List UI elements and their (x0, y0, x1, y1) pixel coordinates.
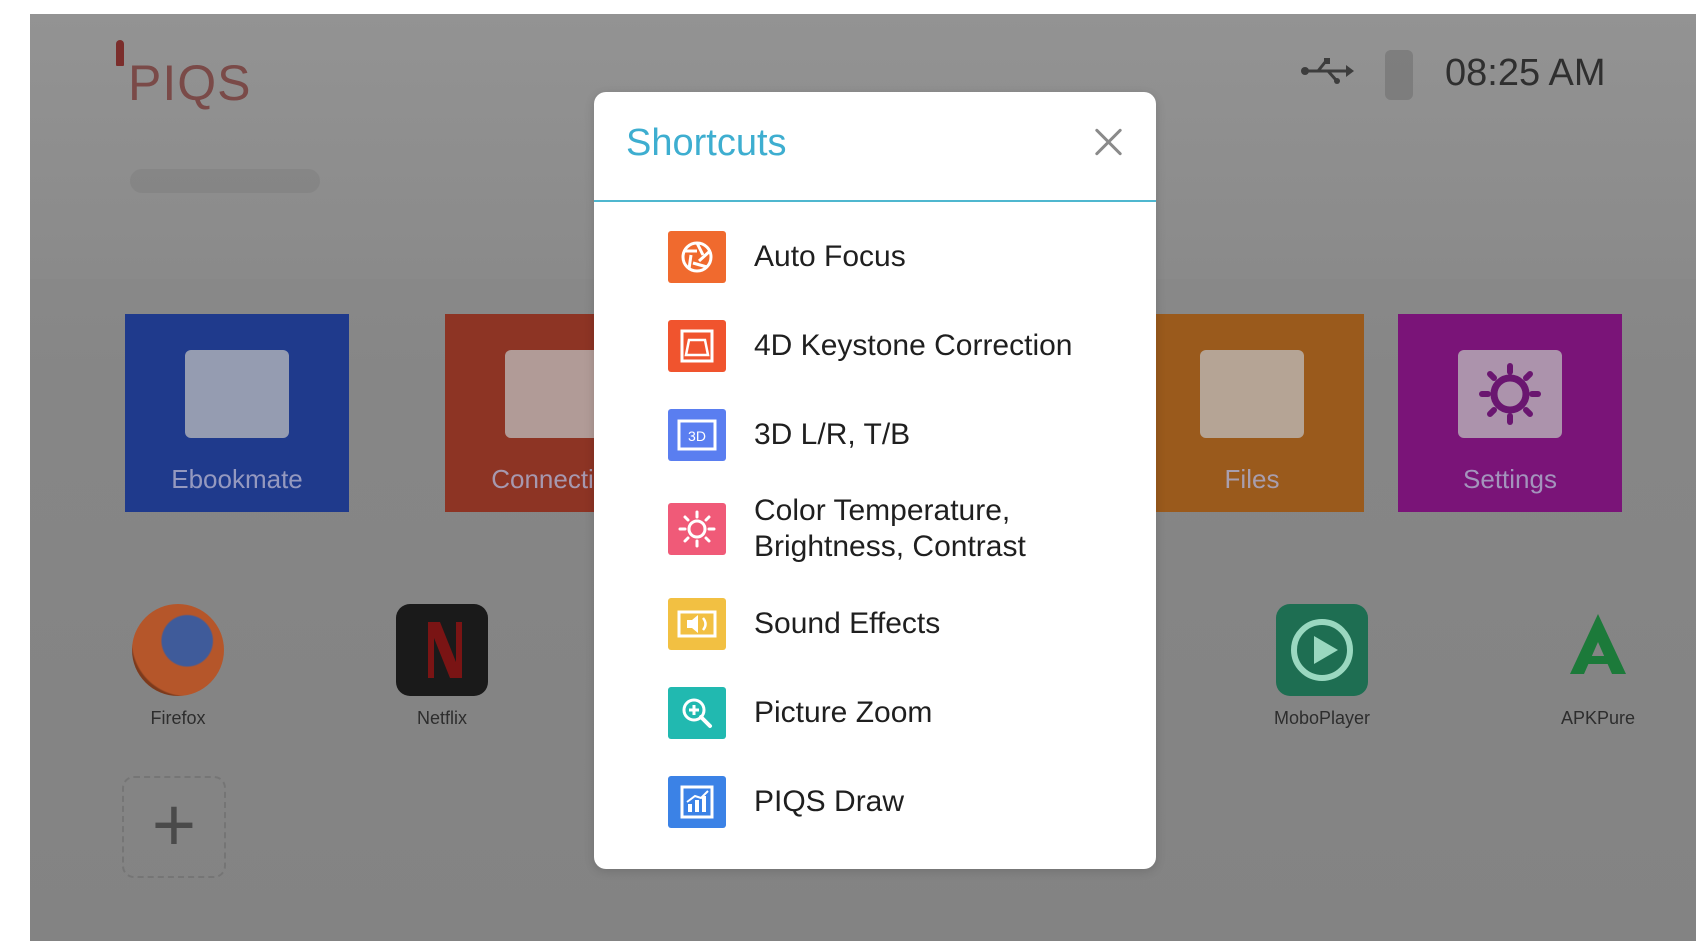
app-label: MoboPlayer (1273, 708, 1371, 728)
sun-icon (668, 503, 726, 555)
app-label: Firefox (150, 708, 206, 728)
usb-icon (1301, 58, 1354, 84)
shortcut-label: 3D L/R, T/B (754, 417, 911, 451)
play-icon (1276, 604, 1368, 696)
apkpure-a-icon (1570, 614, 1626, 674)
draw-chart-glyph-icon (680, 785, 714, 818)
keystone-glyph-icon (680, 329, 714, 362)
3d-icon: 3D (668, 408, 726, 461)
shortcut-label: PIQS Draw (754, 784, 905, 818)
tile-files[interactable]: Files (1140, 314, 1364, 512)
netflix-icon (396, 604, 488, 696)
speaker-glyph-icon (677, 610, 717, 637)
tile-ebookmate[interactable]: Ebookmate (125, 314, 349, 512)
shortcut-label: Picture Zoom (754, 695, 933, 729)
tile-label: Files (1224, 464, 1280, 494)
gear-icon (1458, 350, 1562, 438)
app-firefox[interactable]: Firefox (108, 604, 248, 729)
logo-mark (116, 40, 124, 66)
draw-chart-icon (668, 775, 726, 828)
netflix-n-icon (428, 622, 462, 678)
aperture-icon (668, 230, 726, 283)
keystone-icon (668, 319, 726, 372)
plus-icon: + (151, 782, 197, 868)
logo-subtitle-placeholder (130, 169, 320, 193)
shortcut-label: Color Temperature, Brightness, Contrast (754, 493, 1026, 565)
apkpure-icon (1552, 604, 1644, 696)
shortcut-picture-zoom[interactable]: Picture Zoom (594, 668, 1156, 757)
shortcut-label: Auto Focus (754, 239, 906, 273)
gear-glyph-icon (1479, 363, 1541, 425)
app-apkpure[interactable]: APKPure (1528, 604, 1668, 729)
shortcut-label-line2: Brightness, Contrast (754, 530, 1026, 563)
add-app-button[interactable]: + (122, 776, 226, 878)
shortcuts-dialog: Shortcuts Auto Focus 4D Keystone Correct… (594, 92, 1156, 869)
logo: PIQS (128, 55, 252, 111)
tile-label: Settings (1463, 464, 1557, 494)
shortcut-label: Sound Effects (754, 606, 941, 640)
shortcut-label: 4D Keystone Correction (754, 328, 1073, 362)
tile-label: Ebookmate (171, 464, 303, 494)
firefox-icon (132, 604, 224, 696)
tile-settings[interactable]: Settings (1398, 314, 1622, 512)
shortcut-auto-focus[interactable]: Auto Focus (594, 212, 1156, 301)
app-netflix[interactable]: Netflix (372, 604, 512, 729)
sun-glyph-icon (678, 510, 716, 548)
shortcut-sound-effects[interactable]: Sound Effects (594, 579, 1156, 668)
aperture-glyph-icon (681, 241, 713, 272)
clock: 08:25 AM (1445, 52, 1606, 94)
shortcut-color-temperature[interactable]: Color Temperature, Brightness, Contrast (594, 479, 1156, 579)
dialog-title: Shortcuts (626, 122, 787, 164)
shortcut-keystone[interactable]: 4D Keystone Correction (594, 301, 1156, 390)
app-label: Netflix (416, 708, 467, 728)
svg-text:3D: 3D (688, 428, 706, 444)
app-moboplayer[interactable]: MoboPlayer (1252, 604, 1392, 729)
play-glyph-icon (1291, 619, 1353, 681)
folder-icon (1200, 350, 1304, 438)
close-icon[interactable] (1086, 120, 1130, 164)
dialog-header: Shortcuts (594, 92, 1156, 202)
speaker-icon (668, 597, 726, 650)
zoom-icon (668, 686, 726, 739)
shortcut-piqs-draw[interactable]: PIQS Draw (594, 757, 1156, 846)
shortcut-label-line1: Color Temperature, (754, 494, 1011, 527)
zoom-glyph-icon (682, 698, 712, 728)
book-pen-icon (185, 350, 289, 438)
shortcut-3d[interactable]: 3D 3D L/R, T/B (594, 390, 1156, 479)
shortcut-list: Auto Focus 4D Keystone Correction 3D 3D … (594, 212, 1156, 846)
app-label: APKPure (1560, 708, 1636, 728)
3d-glyph-icon: 3D (677, 419, 717, 450)
status-indicator (1385, 50, 1413, 100)
